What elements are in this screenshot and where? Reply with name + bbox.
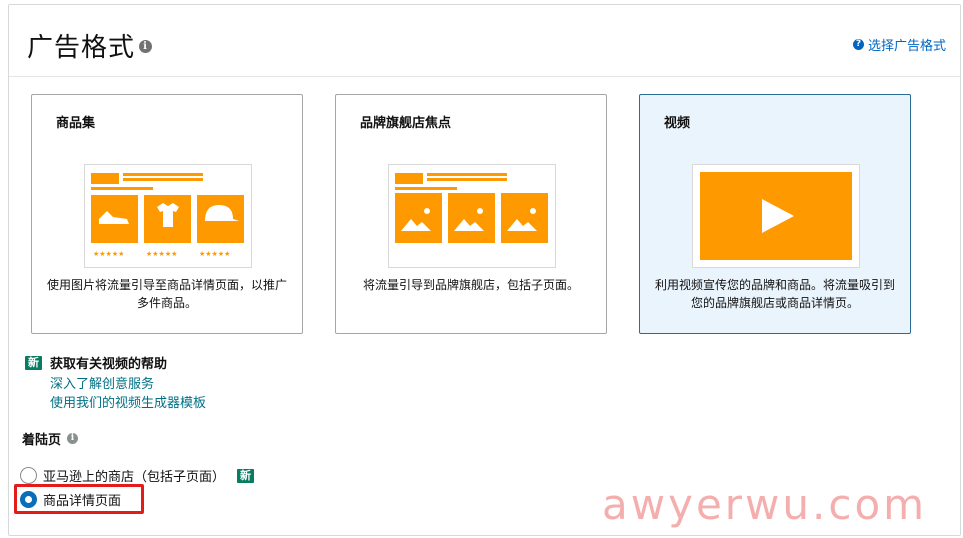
store-spotlight-illustration bbox=[388, 164, 556, 268]
video-help-title: 新 获取有关视频的帮助 bbox=[25, 353, 206, 372]
video-builder-template-link[interactable]: 使用我们的视频生成器模板 bbox=[50, 394, 206, 413]
page-title: 广告格式 i bbox=[27, 27, 153, 64]
svg-text:★★★★★: ★★★★★ bbox=[199, 250, 230, 258]
landing-option-store[interactable]: 亚马逊上的商店（包括子页面） 新 bbox=[20, 466, 255, 485]
question-icon: ? bbox=[852, 39, 864, 50]
video-play-icon bbox=[700, 172, 852, 260]
card-title: 商品集 bbox=[56, 116, 96, 131]
video-help-title-text: 获取有关视频的帮助 bbox=[50, 357, 168, 372]
red-highlight-annotation bbox=[14, 484, 144, 514]
watermark: awyerwu.com bbox=[602, 480, 928, 529]
landing-page-label-text: 着陆页 bbox=[22, 433, 62, 448]
card-title: 品牌旗舰店焦点 bbox=[360, 116, 452, 131]
store-spotlight-icon bbox=[395, 173, 548, 243]
card-description: 使用图片将流量引导至商品详情页面，以推广多件商品。 bbox=[46, 278, 287, 310]
radio-store[interactable] bbox=[20, 467, 37, 484]
product-collection-illustration: ★★★★★ ★★★★★ ★★★★★ bbox=[84, 164, 252, 268]
card-description: 将流量引导到品牌旗舰店，包括子页面。 bbox=[362, 278, 579, 292]
info-icon[interactable]: i bbox=[139, 40, 153, 53]
svg-text:★★★★★: ★★★★★ bbox=[93, 250, 124, 258]
video-help-section: 新 获取有关视频的帮助 深入了解创意服务 使用我们的视频生成器模板 bbox=[25, 353, 206, 413]
info-icon[interactable]: i bbox=[67, 433, 79, 444]
video-illustration bbox=[692, 164, 860, 268]
panel-header: 广告格式 i ? 选择广告格式 bbox=[9, 5, 960, 77]
format-card-store-spotlight[interactable]: 品牌旗舰店焦点 将流量引导到品牌旗舰店，包括子页面。 bbox=[335, 94, 607, 334]
format-card-product-collection[interactable]: 商品集 ★★★★★ ★★★★★ ★★★★★ 使用图片将流量引导至商品详情页面，以… bbox=[31, 94, 303, 334]
landing-page-label: 着陆页 i bbox=[22, 429, 79, 448]
product-collection-icon: ★★★★★ ★★★★★ ★★★★★ bbox=[91, 173, 244, 258]
radio-label: 亚马逊上的商店（包括子页面） bbox=[43, 470, 226, 485]
new-badge: 新 bbox=[25, 355, 42, 370]
help-link-text: 选择广告格式 bbox=[867, 39, 946, 54]
page-title-text: 广告格式 bbox=[27, 33, 136, 63]
choose-ad-format-help-link[interactable]: ? 选择广告格式 bbox=[852, 35, 946, 54]
card-title: 视频 bbox=[664, 116, 691, 131]
creative-services-link[interactable]: 深入了解创意服务 bbox=[50, 375, 206, 394]
svg-text:★★★★★: ★★★★★ bbox=[146, 250, 177, 258]
new-badge: 新 bbox=[237, 468, 255, 483]
card-description: 利用视频宣传您的品牌和商品。将流量吸引到您的品牌旗舰店或商品详情页。 bbox=[654, 278, 895, 310]
format-card-video[interactable]: 视频 利用视频宣传您的品牌和商品。将流量吸引到您的品牌旗舰店或商品详情页。 bbox=[639, 94, 911, 334]
